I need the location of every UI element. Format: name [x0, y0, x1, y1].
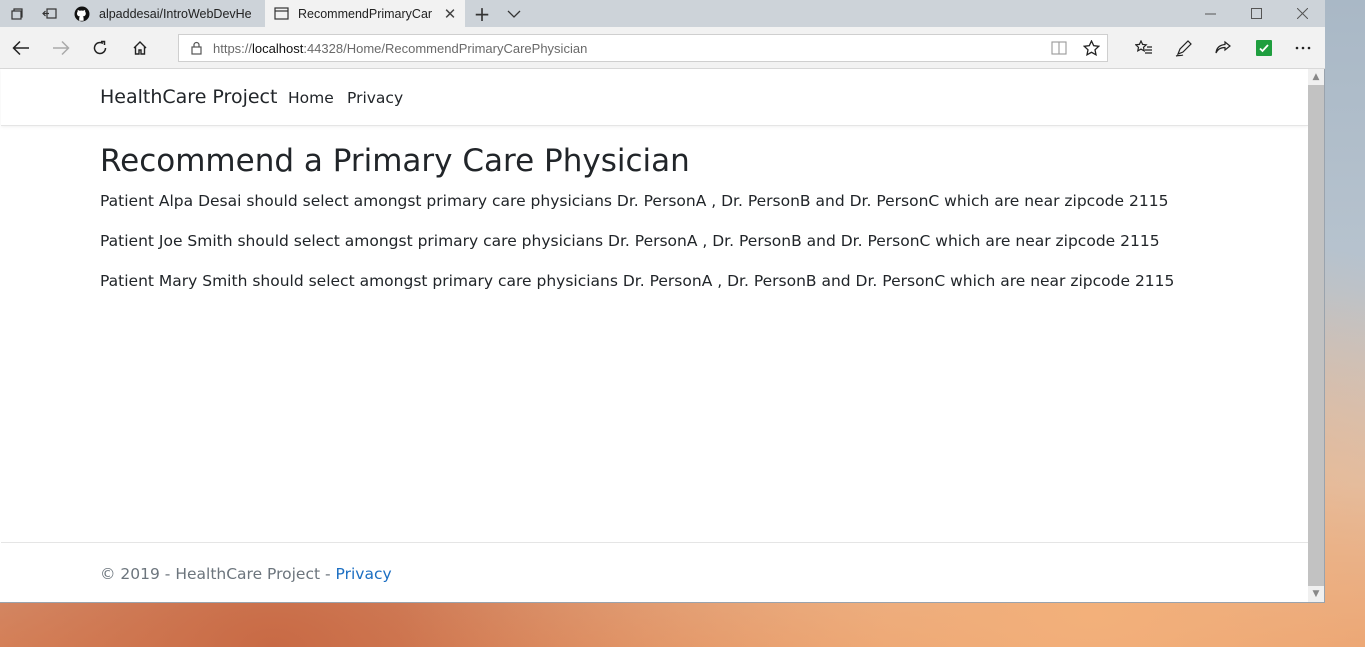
url-host: localhost [252, 40, 304, 56]
favorite-star-icon[interactable] [1075, 40, 1107, 56]
window-controls [1187, 0, 1325, 27]
close-tab-icon[interactable]: ✕ [443, 5, 457, 23]
scroll-down-arrow-icon[interactable]: ▼ [1308, 586, 1324, 602]
tab-strip: alpaddesai/IntroWebDevHe RecommendPrimar… [0, 0, 1325, 27]
nav-link-home[interactable]: Home [288, 89, 334, 107]
set-tabs-aside-icon[interactable] [33, 0, 66, 27]
browser-window: alpaddesai/IntroWebDevHe RecommendPrimar… [0, 0, 1325, 603]
scroll-up-arrow-icon[interactable]: ▲ [1308, 69, 1324, 85]
tab-label: alpaddesai/IntroWebDevHe [99, 6, 252, 21]
url-path: :44328/Home/RecommendPrimaryCarePhysicia… [303, 40, 588, 56]
minimize-icon[interactable] [1187, 0, 1233, 27]
share-icon[interactable] [1211, 36, 1235, 60]
scrollbar-thumb[interactable] [1308, 85, 1324, 586]
recommendation-text: Patient Mary Smith should select amongst… [100, 272, 1175, 290]
tab-github[interactable]: alpaddesai/IntroWebDevHe [66, 0, 265, 27]
page-icon [273, 6, 289, 22]
github-icon [74, 6, 90, 22]
reading-view-icon[interactable] [1043, 41, 1075, 55]
pen-notes-icon[interactable] [1172, 36, 1196, 60]
home-icon[interactable] [128, 36, 152, 60]
vertical-scrollbar[interactable]: ▲ ▼ [1308, 69, 1324, 602]
tab-label: RecommendPrimaryCar [298, 6, 433, 21]
site-brand-link[interactable]: HealthCare Project [100, 86, 277, 108]
lock-icon[interactable] [179, 41, 213, 55]
tab-manager-icon[interactable] [0, 0, 33, 27]
refresh-icon[interactable] [88, 36, 112, 60]
nav-link-privacy[interactable]: Privacy [347, 89, 403, 107]
recommendation-text: Patient Joe Smith should select amongst … [100, 232, 1160, 250]
recommendation-text: Patient Alpa Desai should select amongst… [100, 192, 1169, 210]
page-content: HealthCare Project Home Privacy Recommen… [1, 69, 1308, 602]
address-bar[interactable]: https://localhost:44328/Home/RecommendPr… [178, 34, 1108, 62]
close-window-icon[interactable] [1279, 0, 1325, 27]
new-tab-icon[interactable]: + [465, 0, 499, 27]
footer-text: © 2019 - HealthCare Project - Privacy [100, 565, 392, 583]
tab-recommend-primary-care[interactable]: RecommendPrimaryCar ✕ [265, 0, 465, 27]
back-arrow-icon[interactable] [9, 36, 33, 60]
chevron-down-icon[interactable] [499, 0, 529, 27]
page-title: Recommend a Primary Care Physician [100, 143, 690, 179]
site-navbar: HealthCare Project Home Privacy [1, 69, 1308, 126]
url-text[interactable]: https://localhost:44328/Home/RecommendPr… [213, 41, 1043, 56]
forward-arrow-icon[interactable] [49, 36, 73, 60]
more-options-icon[interactable] [1291, 36, 1315, 60]
footer-privacy-link[interactable]: Privacy [336, 565, 392, 583]
favorites-icon[interactable] [1132, 36, 1156, 60]
site-footer: © 2019 - HealthCare Project - Privacy [1, 542, 1308, 602]
url-prefix: https:// [213, 40, 253, 56]
navigation-bar: https://localhost:44328/Home/RecommendPr… [0, 27, 1325, 69]
extension-check-icon[interactable] [1252, 36, 1276, 60]
maximize-icon[interactable] [1233, 0, 1279, 27]
footer-copyright: © 2019 - HealthCare Project - [100, 565, 336, 583]
